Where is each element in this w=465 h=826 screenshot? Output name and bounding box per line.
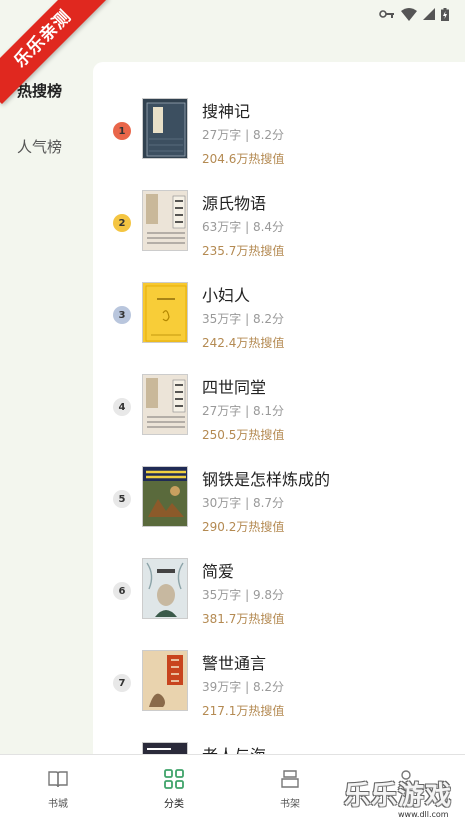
book-open-icon [48, 771, 68, 788]
bookshelf-icon [281, 770, 299, 788]
book-title: 搜神记 [202, 102, 251, 121]
book-meta: 35万字 | 9.8分 [202, 588, 285, 602]
book-row[interactable]: 老人与海 [93, 742, 465, 754]
rank-badge: 4 [113, 398, 131, 416]
rank-badge: 1 [113, 122, 131, 140]
nav-label: 书架 [280, 799, 300, 810]
book-meta: 27万字 | 8.2分 [202, 128, 285, 142]
book-cover-art [146, 562, 184, 617]
book-cover-art [146, 378, 186, 428]
rank-badge: 7 [113, 674, 131, 692]
vpn-key-icon [379, 10, 394, 18]
book-row[interactable]: 7 警世通言 39万字 | 8.2分 217.1万热搜值 [93, 650, 465, 742]
book-cover [142, 466, 188, 527]
book-heat: 250.5万热搜值 [202, 428, 285, 442]
rank-badge: 6 [113, 582, 131, 600]
rank-badge: 2 [113, 214, 131, 232]
book-cover-art [143, 651, 187, 710]
cell-signal-icon [423, 8, 435, 20]
ranking-list: 1 搜神记 27万字 | 8.2分 204.6万热搜值 2 源氏物语 63万字 … [93, 62, 465, 754]
nav-label: 书城 [48, 799, 68, 810]
book-meta: 35万字 | 8.2分 [202, 312, 285, 326]
book-cover-art [145, 285, 187, 342]
book-title: 四世同堂 [202, 378, 267, 397]
book-cover-art [143, 743, 187, 754]
book-meta: 30万字 | 8.7分 [202, 496, 285, 510]
book-row[interactable]: 5 钢铁是怎样炼成的 30万字 | 8.7分 290.2万热搜值 [93, 466, 465, 558]
battery-icon [441, 7, 449, 21]
book-cover-art [146, 194, 186, 244]
book-cover [142, 650, 188, 711]
book-cover [142, 190, 188, 251]
book-cover [142, 282, 188, 343]
book-cover [142, 98, 188, 159]
watermark-logo: 乐乐游戏 [344, 781, 453, 811]
book-heat: 217.1万热搜值 [202, 704, 285, 718]
book-cover [142, 742, 188, 754]
book-meta: 27万字 | 8.1分 [202, 404, 285, 418]
book-row[interactable]: 3 小妇人 35万字 | 8.2分 242.4万热搜值 [93, 282, 465, 374]
book-title: 钢铁是怎样炼成的 [202, 470, 331, 489]
rank-badge: 3 [113, 306, 131, 324]
book-heat: 381.7万热搜值 [202, 612, 285, 626]
book-row[interactable]: 4 四世同堂 27万字 | 8.1分 250.5万热搜值 [93, 374, 465, 466]
book-row[interactable]: 2 源氏物语 63万字 | 8.4分 235.7万热搜值 [93, 190, 465, 282]
book-heat: 242.4万热搜值 [202, 336, 285, 350]
watermark-url: www.dll.com [398, 810, 449, 819]
nav-bookstore[interactable]: 书城 [0, 755, 116, 826]
book-title: 警世通言 [202, 654, 267, 673]
book-cover-art [146, 102, 186, 157]
book-title: 简爱 [202, 562, 235, 581]
book-meta: 63万字 | 8.4分 [202, 220, 285, 234]
category-grid-icon [164, 769, 184, 789]
nav-category[interactable]: 分类 [116, 755, 232, 826]
wifi-icon [401, 7, 417, 21]
tab-popularity[interactable]: 人气榜 [0, 118, 93, 174]
book-row[interactable]: 6 简爱 35万字 | 9.8分 381.7万热搜值 [93, 558, 465, 650]
book-heat: 235.7万热搜值 [202, 244, 285, 258]
book-heat: 204.6万热搜值 [202, 152, 285, 166]
book-cover [142, 374, 188, 435]
nav-label: 分类 [164, 799, 184, 810]
book-cover-art [143, 467, 187, 526]
book-title: 小妇人 [202, 286, 251, 305]
rank-badge: 5 [113, 490, 131, 508]
book-title: 老人与海 [202, 742, 266, 754]
book-title: 源氏物语 [202, 194, 267, 213]
book-row[interactable]: 1 搜神记 27万字 | 8.2分 204.6万热搜值 [93, 98, 465, 190]
nav-bookshelf[interactable]: 书架 [232, 755, 348, 826]
book-heat: 290.2万热搜值 [202, 520, 285, 534]
book-meta: 39万字 | 8.2分 [202, 680, 285, 694]
book-cover [142, 558, 188, 619]
